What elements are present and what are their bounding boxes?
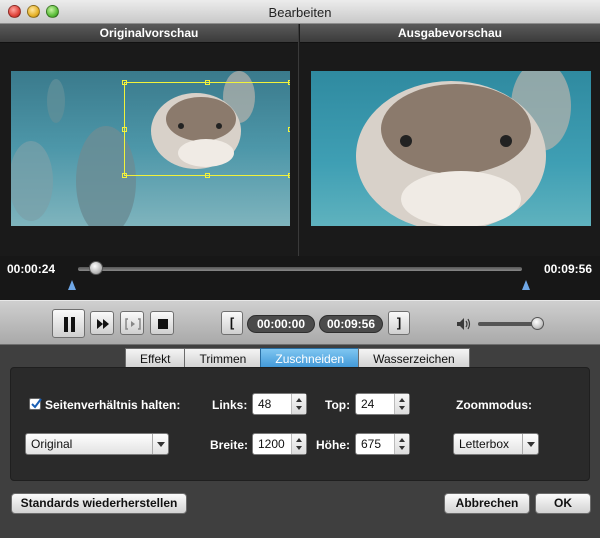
crop-handle[interactable]	[205, 80, 210, 85]
preview-area: Originalvorschau Ausgabevorschau	[0, 24, 600, 256]
pause-icon	[64, 317, 75, 332]
zoom-mode-select[interactable]: Letterbox	[453, 433, 539, 455]
ok-button[interactable]: OK	[535, 493, 591, 514]
top-input[interactable]: 24	[355, 393, 410, 415]
crop-handle[interactable]	[122, 173, 127, 178]
output-preview-pane: Ausgabevorschau	[300, 24, 600, 256]
current-time: 00:00:24	[7, 262, 56, 276]
output-preview-label: Ausgabevorschau	[300, 24, 600, 43]
clip-button[interactable]	[120, 311, 144, 335]
stop-icon	[158, 319, 168, 329]
left-input[interactable]: 48	[252, 393, 307, 415]
crop-handle[interactable]	[122, 127, 127, 132]
stop-button[interactable]	[150, 311, 174, 335]
original-preview-pane: Originalvorschau	[0, 24, 299, 256]
crop-rectangle[interactable]	[122, 80, 290, 178]
playback-controls: [ 00:00:00 00:09:56 ]	[0, 300, 600, 345]
original-video-frame	[11, 71, 290, 226]
original-preview-label: Originalvorschau	[0, 24, 298, 43]
keep-aspect-checkbox[interactable]	[29, 398, 42, 410]
trim-start-marker[interactable]	[68, 280, 76, 290]
checkmark-icon	[31, 398, 42, 409]
zoom-mode-label: Zoommodus:	[456, 398, 532, 412]
zoom-mode-value: Letterbox	[459, 437, 510, 451]
crop-settings-panel	[10, 367, 590, 481]
trim-end-marker[interactable]	[522, 280, 530, 290]
timeline: 00:00:24 00:09:56	[0, 256, 600, 300]
seek-knob[interactable]	[88, 261, 103, 275]
pause-button[interactable]	[52, 309, 85, 338]
stepper-icon[interactable]	[394, 434, 409, 454]
chevron-down-icon	[152, 434, 168, 454]
width-value: 1200	[258, 437, 285, 451]
set-start-button[interactable]: [	[221, 311, 243, 335]
stepper-icon[interactable]	[291, 394, 306, 414]
height-input[interactable]: 675	[355, 433, 410, 455]
left-value: 48	[258, 397, 272, 411]
seek-bar[interactable]	[78, 267, 522, 271]
window-title: Bearbeiten	[268, 5, 332, 20]
total-time: 00:09:56	[543, 262, 592, 276]
stepper-icon[interactable]	[394, 394, 409, 414]
clip-start-time: 00:00:00	[247, 315, 315, 333]
clip-end-time: 00:09:56	[319, 315, 383, 333]
crop-handle[interactable]	[288, 127, 290, 132]
width-label: Breite:	[210, 438, 249, 452]
clip-icon	[125, 318, 141, 330]
crop-handle[interactable]	[205, 173, 210, 178]
set-end-button[interactable]: ]	[388, 311, 410, 335]
height-value: 675	[361, 437, 382, 451]
top-value: 24	[361, 397, 375, 411]
crop-handle[interactable]	[288, 80, 290, 85]
fast-forward-button[interactable]	[90, 311, 114, 335]
title-bar: Bearbeiten	[0, 0, 600, 24]
crop-handle[interactable]	[288, 173, 290, 178]
aspect-ratio-value: Original	[31, 437, 73, 451]
chevron-down-icon	[522, 434, 538, 454]
volume-knob[interactable]	[531, 317, 545, 330]
width-input[interactable]: 1200	[252, 433, 307, 455]
stepper-icon[interactable]	[291, 434, 306, 454]
output-video-frame	[311, 71, 591, 226]
height-label: Höhe:	[316, 438, 350, 452]
crop-handle[interactable]	[122, 80, 127, 85]
left-label: Links:	[212, 398, 248, 412]
cancel-button[interactable]: Abbrechen	[444, 493, 530, 514]
top-label: Top:	[325, 398, 351, 412]
volume-icon	[455, 316, 473, 332]
aspect-ratio-select[interactable]: Original	[25, 433, 169, 455]
fast-forward-icon	[97, 319, 109, 329]
restore-defaults-button[interactable]: Standards wiederherstellen	[11, 493, 187, 514]
keep-aspect-label: Seitenverhältnis halten:	[45, 398, 181, 412]
